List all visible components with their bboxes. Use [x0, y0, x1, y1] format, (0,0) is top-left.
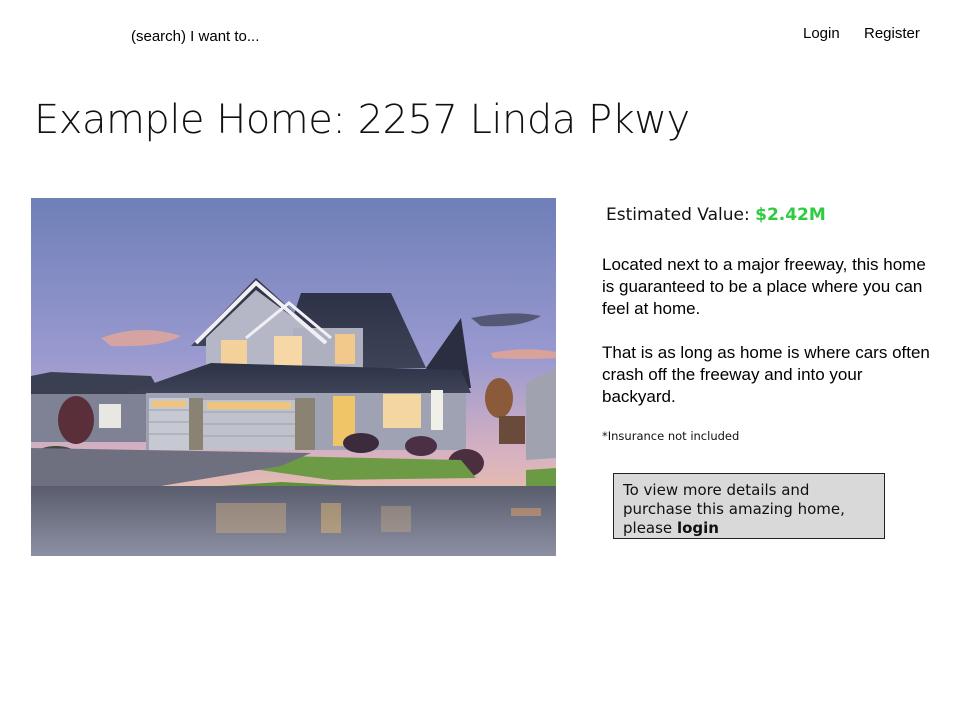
estimated-value: Estimated Value: $2.42M [606, 205, 826, 225]
insurance-disclaimer: *Insurance not included [602, 429, 740, 443]
description-paragraph: That is as long as home is where cars of… [602, 343, 930, 406]
login-prompt-text: To view more details and purchase this a… [623, 481, 845, 537]
login-link[interactable]: Login [803, 25, 840, 42]
description-paragraph: Located next to a major freeway, this ho… [602, 255, 926, 318]
login-prompt-link[interactable]: login [677, 519, 719, 537]
register-link[interactable]: Register [864, 25, 920, 42]
house-photo [31, 198, 556, 556]
estimated-value-amount: $2.42M [755, 205, 826, 225]
search-input[interactable]: (search) I want to... [131, 28, 259, 45]
estimated-value-label: Estimated Value: [606, 205, 750, 225]
login-prompt-box: To view more details and purchase this a… [613, 473, 885, 539]
page-title: Example Home: 2257 Linda Pkwy [34, 97, 690, 143]
